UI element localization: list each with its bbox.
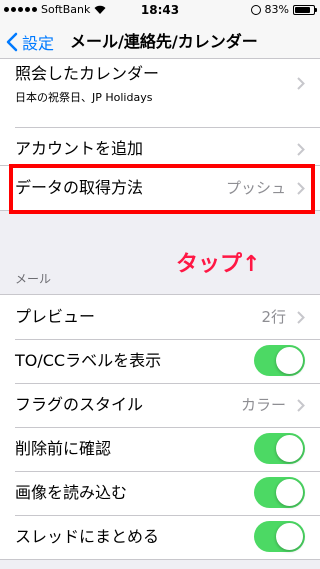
subscribed-calendars-row[interactable]: 照会したカレンダー 日本の祝祭日、JP Holidays xyxy=(0,59,320,127)
battery-level xyxy=(295,6,310,13)
ask-before-delete-label: 削除前に確認 xyxy=(15,439,112,458)
chevron-right-icon xyxy=(297,182,305,195)
fetch-new-data-value: プッシュ xyxy=(225,179,286,197)
show-to-cc-toggle[interactable] xyxy=(254,345,305,376)
subscribed-calendars-detail: 日本の祝祭日、JP Holidays xyxy=(15,91,153,104)
calendar-settings-group: 照会したカレンダー 日本の祝祭日、JP Holidays アカウントを追加 xyxy=(0,58,320,172)
fetch-new-data-row[interactable]: データの取得方法 プッシュ xyxy=(0,166,320,210)
ask-before-delete-row: 削除前に確認 xyxy=(0,427,320,471)
preview-label: プレビュー xyxy=(15,307,96,326)
toggle-knob xyxy=(276,435,303,462)
flag-style-label: フラグのスタイル xyxy=(15,395,144,414)
battery-icon xyxy=(293,4,317,15)
chevron-right-icon xyxy=(297,399,305,412)
toggle-knob xyxy=(276,523,303,550)
ask-before-delete-toggle[interactable] xyxy=(254,433,305,464)
battery-percent: 83% xyxy=(264,3,289,16)
flag-style-value: カラー xyxy=(240,396,286,414)
show-to-cc-label: TO/CCラベルを表示 xyxy=(15,351,162,370)
fetch-settings-group: データの取得方法 プッシュ xyxy=(0,165,320,211)
status-bar: SoftBank 18:43 83% xyxy=(0,0,320,20)
alarm-icon xyxy=(250,4,261,15)
fetch-new-data-label: データの取得方法 xyxy=(15,178,144,197)
organize-by-thread-toggle[interactable] xyxy=(254,521,305,552)
organize-by-thread-label: スレッドにまとめる xyxy=(15,527,160,546)
chevron-right-icon xyxy=(297,311,305,324)
chevron-left-icon xyxy=(6,32,18,52)
preview-value: 2行 xyxy=(261,308,286,326)
mail-settings-group: プレビュー 2行 TO/CCラベルを表示 フラグのスタイル カラー 削除前に確認… xyxy=(0,294,320,560)
subscribed-calendars-label: 照会したカレンダー xyxy=(15,64,160,83)
back-button-label: 設定 xyxy=(22,34,55,53)
toggle-knob xyxy=(276,347,303,374)
chevron-right-icon xyxy=(297,77,305,90)
organize-by-thread-row: スレッドにまとめる xyxy=(0,515,320,559)
load-images-row: 画像を読み込む xyxy=(0,471,320,515)
mail-section-header: メール xyxy=(15,272,52,286)
chevron-right-icon xyxy=(297,143,305,156)
show-to-cc-row: TO/CCラベルを表示 xyxy=(0,339,320,383)
toggle-knob xyxy=(276,479,303,506)
flag-style-row[interactable]: フラグのスタイル カラー xyxy=(0,383,320,427)
preview-row[interactable]: プレビュー 2行 xyxy=(0,295,320,339)
load-images-label: 画像を読み込む xyxy=(15,483,128,502)
tap-annotation: タップ↑ xyxy=(176,252,261,277)
status-right: 83% xyxy=(250,3,317,16)
load-images-toggle[interactable] xyxy=(254,477,305,508)
